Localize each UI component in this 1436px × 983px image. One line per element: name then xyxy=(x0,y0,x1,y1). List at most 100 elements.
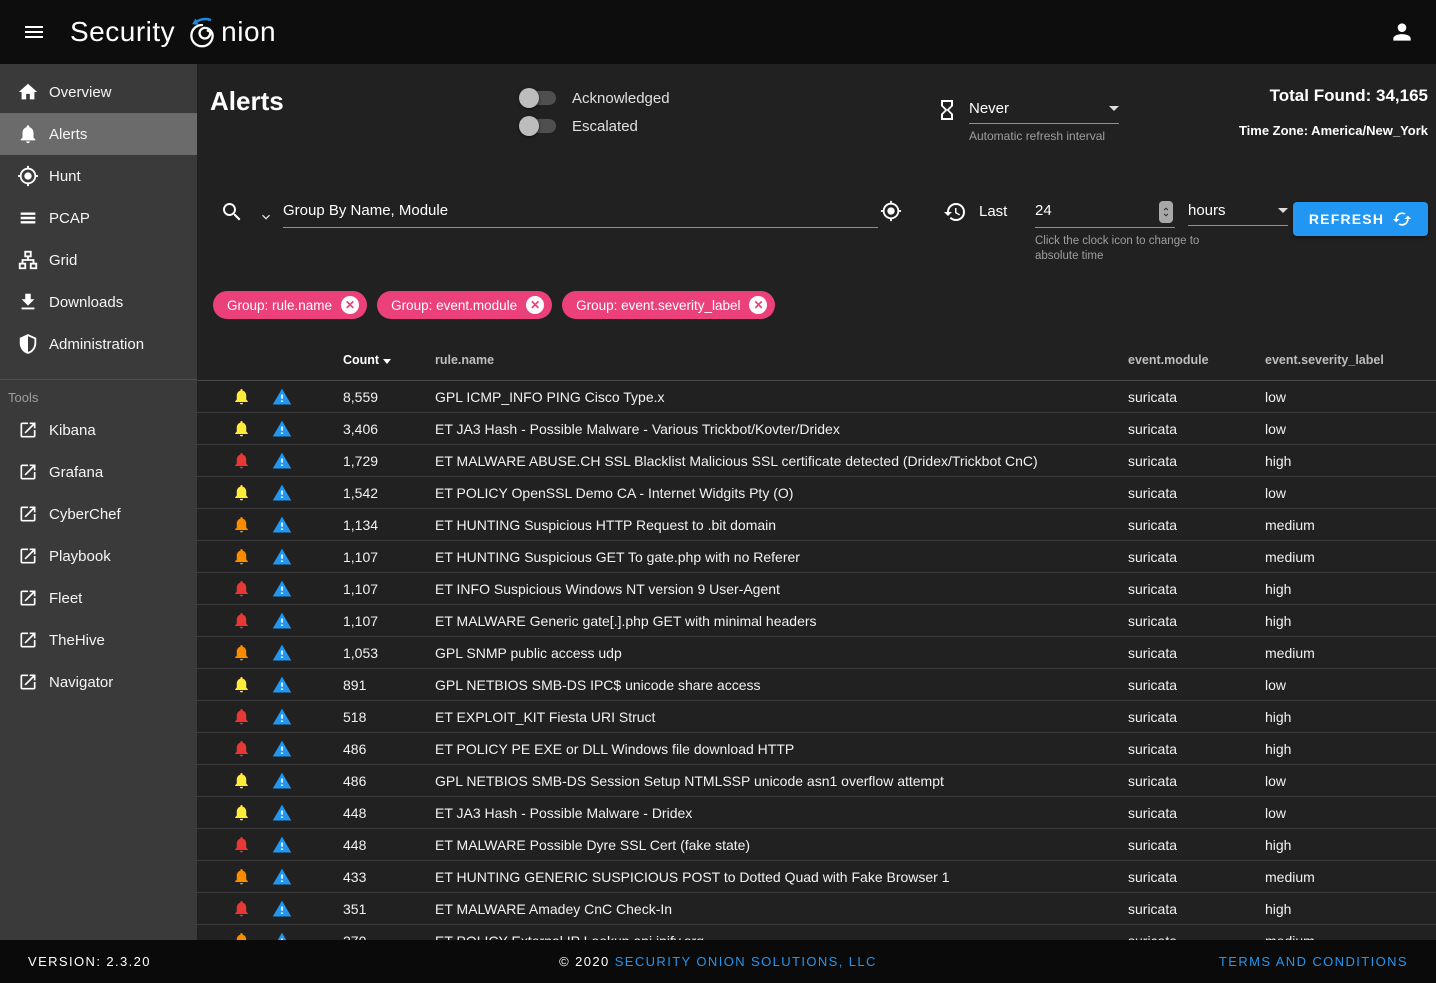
alert-count[interactable]: 1,053 xyxy=(305,645,435,661)
search-input[interactable] xyxy=(283,194,878,228)
refresh-button[interactable]: REFRESH xyxy=(1293,202,1428,236)
group-chip-rule-name[interactable]: Group: rule.name ✕ xyxy=(213,291,367,319)
severity-bell-icon[interactable] xyxy=(225,611,265,630)
close-icon[interactable]: ✕ xyxy=(749,296,767,314)
severity-bell-icon[interactable] xyxy=(225,387,265,406)
severity-bell-icon[interactable] xyxy=(225,899,265,918)
alert-triangle-icon[interactable] xyxy=(265,739,305,759)
alert-rule-name[interactable]: ET POLICY PE EXE or DLL Windows file dow… xyxy=(435,741,1128,757)
alert-count[interactable]: 433 xyxy=(305,869,435,885)
alert-severity-label[interactable]: low xyxy=(1265,773,1436,789)
sidebar-item-cyberchef[interactable]: CyberChef xyxy=(0,493,197,535)
alert-event-module[interactable]: suricata xyxy=(1128,677,1265,693)
sidebar-item-grafana[interactable]: Grafana xyxy=(0,451,197,493)
alert-rule-name[interactable]: GPL SNMP public access udp xyxy=(435,645,1128,661)
alert-severity-label[interactable]: medium xyxy=(1265,869,1436,885)
sidebar-item-hunt[interactable]: Hunt xyxy=(0,155,197,197)
severity-bell-icon[interactable] xyxy=(225,483,265,502)
sidebar-item-kibana[interactable]: Kibana xyxy=(0,409,197,451)
alert-severity-label[interactable]: high xyxy=(1265,741,1436,757)
table-row[interactable]: 1,107 ET MALWARE Generic gate[.].php GET… xyxy=(197,605,1436,637)
alert-event-module[interactable]: suricata xyxy=(1128,453,1265,469)
alert-triangle-icon[interactable] xyxy=(265,899,305,919)
alert-triangle-icon[interactable] xyxy=(265,611,305,631)
refresh-interval-select[interactable]: Never Automatic refresh interval xyxy=(969,94,1119,143)
table-row[interactable]: 8,559 GPL ICMP_INFO PING Cisco Type.x su… xyxy=(197,381,1436,413)
alert-rule-name[interactable]: ET MALWARE Generic gate[.].php GET with … xyxy=(435,613,1128,629)
alert-rule-name[interactable]: ET MALWARE ABUSE.CH SSL Blacklist Malici… xyxy=(435,453,1128,469)
alert-rule-name[interactable]: ET MALWARE Possible Dyre SSL Cert (fake … xyxy=(435,837,1128,853)
time-amount-input[interactable] xyxy=(1035,194,1147,226)
table-row[interactable]: 1,107 ET INFO Suspicious Windows NT vers… xyxy=(197,573,1436,605)
alert-count[interactable]: 1,107 xyxy=(305,549,435,565)
table-row[interactable]: 448 ET JA3 Hash - Possible Malware - Dri… xyxy=(197,797,1436,829)
alert-count[interactable]: 486 xyxy=(305,773,435,789)
alert-count[interactable]: 448 xyxy=(305,837,435,853)
table-row[interactable]: 518 ET EXPLOIT_KIT Fiesta URI Struct sur… xyxy=(197,701,1436,733)
alert-severity-label[interactable]: low xyxy=(1265,805,1436,821)
table-row[interactable]: 1,134 ET HUNTING Suspicious HTTP Request… xyxy=(197,509,1436,541)
sidebar-item-playbook[interactable]: Playbook xyxy=(0,535,197,577)
alert-rule-name[interactable]: ET JA3 Hash - Possible Malware - Dridex xyxy=(435,805,1128,821)
alert-rule-name[interactable]: GPL ICMP_INFO PING Cisco Type.x xyxy=(435,389,1128,405)
table-row[interactable]: 1,107 ET HUNTING Suspicious GET To gate.… xyxy=(197,541,1436,573)
alert-severity-label[interactable]: high xyxy=(1265,581,1436,597)
column-header-severity[interactable]: event.severity_label xyxy=(1265,353,1436,367)
severity-bell-icon[interactable] xyxy=(225,739,265,758)
table-row[interactable]: 486 ET POLICY PE EXE or DLL Windows file… xyxy=(197,733,1436,765)
alert-rule-name[interactable]: ET HUNTING Suspicious HTTP Request to .b… xyxy=(435,517,1128,533)
severity-bell-icon[interactable] xyxy=(225,579,265,598)
alert-severity-label[interactable]: medium xyxy=(1265,549,1436,565)
alert-event-module[interactable]: suricata xyxy=(1128,837,1265,853)
toggle-switch[interactable] xyxy=(522,119,556,133)
alert-event-module[interactable]: suricata xyxy=(1128,805,1265,821)
alert-rule-name[interactable]: ET JA3 Hash - Possible Malware - Various… xyxy=(435,421,1128,437)
severity-bell-icon[interactable] xyxy=(225,931,265,940)
sidebar-item-alerts[interactable]: Alerts xyxy=(0,113,197,155)
acknowledged-toggle[interactable]: Acknowledged xyxy=(522,84,670,112)
column-header-rule-name[interactable]: rule.name xyxy=(435,353,1128,367)
alert-triangle-icon[interactable] xyxy=(265,867,305,887)
alert-count[interactable]: 486 xyxy=(305,741,435,757)
alert-severity-label[interactable]: medium xyxy=(1265,645,1436,661)
alert-event-module[interactable]: suricata xyxy=(1128,389,1265,405)
sidebar-item-navigator[interactable]: Navigator xyxy=(0,661,197,703)
severity-bell-icon[interactable] xyxy=(225,419,265,438)
account-icon[interactable] xyxy=(1382,12,1422,52)
table-row[interactable]: 1,542 ET POLICY OpenSSL Demo CA - Intern… xyxy=(197,477,1436,509)
sidebar-item-overview[interactable]: Overview xyxy=(0,71,197,113)
alert-rule-name[interactable]: ET EXPLOIT_KIT Fiesta URI Struct xyxy=(435,709,1128,725)
alert-rule-name[interactable]: ET POLICY External IP Lookup api.ipify.o… xyxy=(435,933,1128,941)
alert-event-module[interactable]: suricata xyxy=(1128,741,1265,757)
alert-severity-label[interactable]: low xyxy=(1265,677,1436,693)
sidebar-item-thehive[interactable]: TheHive xyxy=(0,619,197,661)
severity-bell-icon[interactable] xyxy=(225,451,265,470)
sidebar-item-fleet[interactable]: Fleet xyxy=(0,577,197,619)
close-icon[interactable]: ✕ xyxy=(526,296,544,314)
group-chip-event-severity[interactable]: Group: event.severity_label ✕ xyxy=(562,291,775,319)
alert-rule-name[interactable]: GPL NETBIOS SMB-DS IPC$ unicode share ac… xyxy=(435,677,1128,693)
table-row[interactable]: 433 ET HUNTING GENERIC SUSPICIOUS POST t… xyxy=(197,861,1436,893)
alert-event-module[interactable]: suricata xyxy=(1128,709,1265,725)
column-header-event-module[interactable]: event.module xyxy=(1128,353,1265,367)
history-clock-icon[interactable] xyxy=(943,200,967,224)
alert-count[interactable]: 351 xyxy=(305,901,435,917)
alert-count[interactable]: 270 xyxy=(305,933,435,941)
alert-event-module[interactable]: suricata xyxy=(1128,645,1265,661)
alert-event-module[interactable]: suricata xyxy=(1128,517,1265,533)
alert-event-module[interactable]: suricata xyxy=(1128,773,1265,789)
chevron-down-icon[interactable] xyxy=(258,209,274,225)
alert-triangle-icon[interactable] xyxy=(265,483,305,503)
alert-severity-label[interactable]: high xyxy=(1265,709,1436,725)
alert-count[interactable]: 1,729 xyxy=(305,453,435,469)
copyright-link[interactable]: SECURITY ONION SOLUTIONS, LLC xyxy=(615,954,877,969)
table-row[interactable]: 270 ET POLICY External IP Lookup api.ipi… xyxy=(197,925,1436,940)
alert-severity-label[interactable]: high xyxy=(1265,837,1436,853)
alert-event-module[interactable]: suricata xyxy=(1128,933,1265,941)
alert-triangle-icon[interactable] xyxy=(265,515,305,535)
sidebar-item-grid[interactable]: Grid xyxy=(0,239,197,281)
alert-count[interactable]: 448 xyxy=(305,805,435,821)
table-row[interactable]: 1,729 ET MALWARE ABUSE.CH SSL Blacklist … xyxy=(197,445,1436,477)
alert-rule-name[interactable]: GPL NETBIOS SMB-DS Session Setup NTMLSSP… xyxy=(435,773,1128,789)
table-row[interactable]: 448 ET MALWARE Possible Dyre SSL Cert (f… xyxy=(197,829,1436,861)
